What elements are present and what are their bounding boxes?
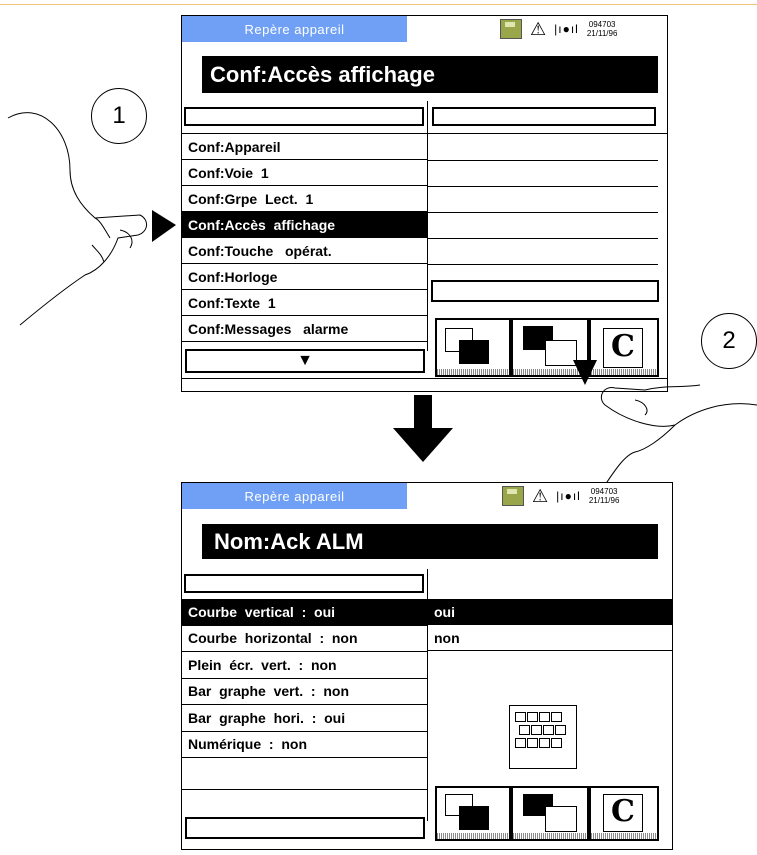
left-header-field — [184, 574, 424, 593]
menu-list: Conf:Appareil Conf:Voie 1 Conf:Grpe Lect. … — [182, 134, 427, 342]
list-item[interactable]: Courbe vertical : oui — [182, 599, 427, 626]
screen-2: Repère appareil ⚠ |ı●ıl 094703 21/11/96 … — [181, 482, 673, 850]
date-text: 21/11/96 — [586, 29, 618, 38]
list-item[interactable]: Courbe horizontal : non — [182, 626, 427, 652]
bottom-field — [185, 817, 425, 839]
page-title: Conf:Accès affichage — [202, 56, 658, 93]
step-1-marker: 1 — [91, 88, 147, 144]
warning-icon[interactable]: ⚠ — [530, 20, 546, 38]
warning-icon[interactable]: ⚠ — [532, 487, 548, 505]
right-row-line — [428, 212, 658, 213]
right-row-line — [428, 238, 658, 239]
floppy-disk-icon[interactable] — [502, 486, 524, 506]
list-item[interactable]: Conf:Horloge — [182, 264, 427, 290]
list-item[interactable]: Conf:Messages alarme — [182, 316, 427, 342]
signal-icon: |ı●ıl — [556, 489, 581, 503]
list-item[interactable]: Bar graphe hori. : oui — [182, 705, 427, 732]
time-text: 094703 — [588, 20, 616, 29]
list-item[interactable]: Conf:Texte 1 — [182, 290, 427, 316]
right-row-line — [428, 264, 658, 265]
value-options: oui non — [428, 599, 672, 651]
list-item[interactable]: Conf:Grpe Lect. 1 — [182, 186, 427, 212]
tag-label: Repère appareil — [182, 483, 407, 509]
page-forward-button[interactable] — [511, 786, 589, 841]
tag-label: Repère appareil — [182, 16, 407, 42]
list-item[interactable]: Conf:Accès affichage — [182, 212, 427, 238]
top-rule — [0, 4, 757, 5]
right-header-field — [432, 107, 656, 126]
clear-button[interactable]: C — [589, 786, 659, 841]
page-title: Nom:Ack ALM — [202, 524, 658, 559]
right-row-line — [428, 160, 658, 161]
down-arrow-icon — [393, 395, 453, 462]
time-text: 094703 — [590, 487, 618, 496]
column-divider — [427, 101, 428, 351]
option-list: Courbe vertical : oui Courbe horizontal :… — [182, 599, 427, 758]
list-item[interactable]: Numérique : non — [182, 732, 427, 758]
step-2-marker: 2 — [701, 313, 757, 369]
c-clear-icon: C — [611, 794, 635, 829]
list-item[interactable]: Bar graphe vert. : non — [182, 679, 427, 705]
value-field[interactable] — [431, 280, 659, 302]
right-row-line — [428, 186, 658, 187]
left-header-field — [184, 107, 424, 126]
list-item[interactable]: Conf:Voie 1 — [182, 160, 427, 186]
list-item[interactable]: Plein écr. vert. : non — [182, 652, 427, 679]
chevron-down-icon: ▼ — [297, 352, 313, 369]
keyboard-icon[interactable] — [509, 705, 577, 769]
option-item[interactable]: non — [428, 625, 672, 651]
list-item[interactable]: Conf:Appareil — [182, 134, 427, 160]
floppy-disk-icon[interactable] — [500, 19, 522, 39]
list-item[interactable]: Conf:Touche opérat. — [182, 238, 427, 264]
date-text: 21/11/96 — [588, 496, 620, 505]
status-area: ⚠ |ı●ıl 094703 21/11/96 — [502, 486, 619, 506]
scroll-down-button[interactable]: ▼ — [185, 349, 425, 373]
page-back-button[interactable] — [435, 318, 511, 377]
date-time: 094703 21/11/96 — [587, 20, 618, 38]
empty-row-line — [182, 789, 427, 790]
date-time: 094703 21/11/96 — [589, 487, 620, 505]
page-back-button[interactable] — [435, 786, 511, 841]
option-item[interactable]: oui — [428, 599, 672, 625]
signal-icon: |ı●ıl — [554, 22, 579, 36]
status-area: ⚠ |ı●ıl 094703 21/11/96 — [500, 19, 617, 39]
